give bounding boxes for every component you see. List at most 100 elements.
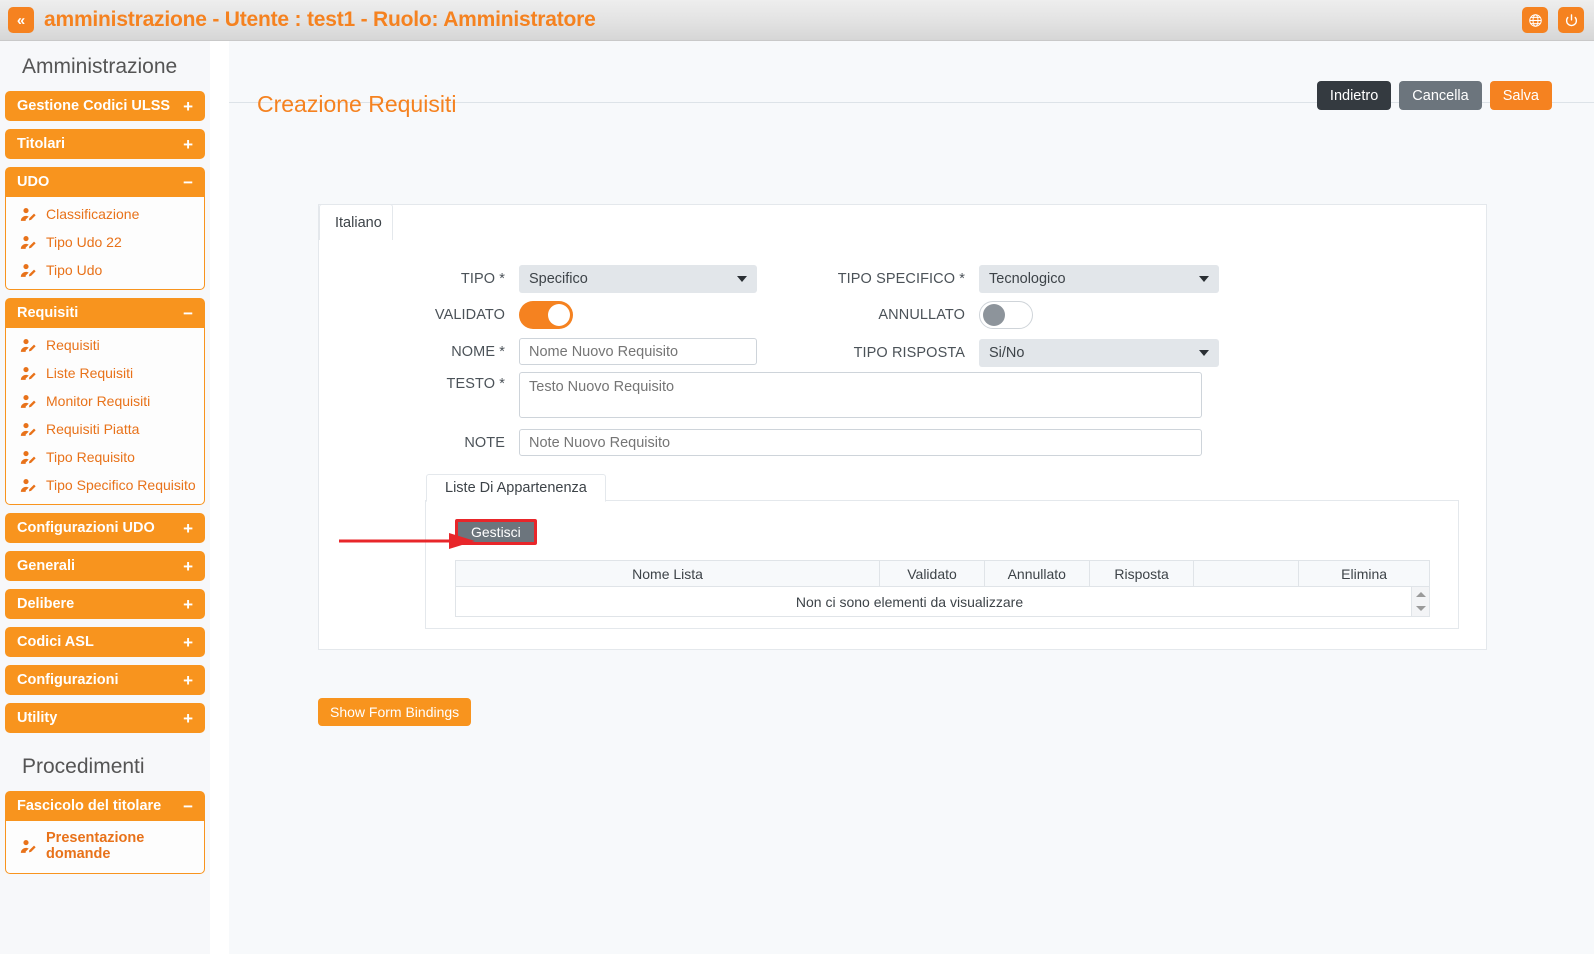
sidebar-group-udo[interactable]: UDO − [5, 167, 205, 197]
power-icon [1565, 13, 1577, 26]
sidebar-heading-amministrazione: Amministrazione [22, 55, 178, 78]
chevron-down-icon [1415, 606, 1426, 612]
back-button[interactable]: Indietro [1316, 81, 1392, 110]
field-tipo-risposta: TIPO RISPOSTA Si/No [829, 339, 1219, 367]
tipo-select[interactable]: Specifico [519, 265, 757, 293]
user-edit-icon [20, 366, 37, 381]
sidebar-item-monitor-requisiti[interactable]: Monitor Requisiti [6, 387, 204, 415]
sidebar-group-label: Utility [17, 710, 58, 726]
sidebar-item-label: Requisiti [46, 337, 100, 353]
user-edit-icon [20, 394, 37, 409]
sidebar-item-tipo-udo[interactable]: Tipo Udo [6, 256, 204, 284]
tipo-risposta-select[interactable]: Si/No [979, 339, 1219, 367]
sidebar-item-liste-requisiti[interactable]: Liste Requisiti [6, 359, 204, 387]
sidebar-group-configurazioni-udo[interactable]: Configurazioni UDO + [5, 513, 205, 543]
sidebar-item-classificazione[interactable]: Classificazione [6, 200, 204, 228]
sidebar-content: Amministrazione Gestione Codici ULSS + Tito… [0, 41, 210, 882]
sidebar-group-gestione-codici-ulss[interactable]: Gestione Codici ULSS + [5, 91, 205, 121]
tipo-specifico-select-value: Tecnologico [989, 271, 1066, 287]
save-button[interactable]: Salva [1489, 81, 1552, 110]
tipo-specifico-select[interactable]: Tecnologico [979, 265, 1219, 293]
logout-button[interactable] [1558, 7, 1584, 33]
sidebar-heading-procedimenti: Procedimenti [22, 755, 145, 778]
sidebar-group-label: Codici ASL [17, 634, 94, 650]
sidebar-group-titolari[interactable]: Titolari + [5, 129, 205, 159]
sidebar-group-label: Requisiti [17, 305, 79, 321]
sidebar-item-label: Monitor Requisiti [46, 393, 151, 409]
grid-column-header[interactable] [1194, 561, 1300, 586]
expand-icon[interactable]: + [183, 634, 193, 651]
sidebar-group-fascicolo-del-titolare[interactable]: Fascicolo del titolare − [5, 791, 205, 821]
user-edit-icon [20, 422, 37, 437]
expand-icon[interactable]: + [183, 710, 193, 727]
validato-toggle[interactable] [519, 301, 573, 329]
expand-icon[interactable]: + [183, 596, 193, 613]
field-nome-label: NOME * [451, 343, 505, 360]
user-edit-icon [20, 235, 37, 250]
grid-column-header[interactable]: Nome Lista [456, 561, 881, 586]
page-action-buttons: Indietro Cancella Salva [1316, 81, 1552, 110]
sidebar-item-label: Requisiti Piatta [46, 421, 140, 437]
show-form-bindings-button[interactable]: Show Form Bindings [318, 698, 472, 726]
expand-icon[interactable]: + [183, 520, 193, 537]
expand-icon[interactable]: + [183, 98, 193, 115]
sidebar-item-requisiti[interactable]: Requisiti [6, 331, 204, 359]
chevron-down-icon [1199, 276, 1209, 282]
sidebar-group-delibere[interactable]: Delibere + [5, 589, 205, 619]
expand-icon[interactable]: + [183, 558, 193, 575]
sidebar-item-label: Tipo Udo 22 [46, 234, 122, 250]
field-nome: NOME * [319, 338, 757, 365]
sidebar-item-label: Presentazione domande [46, 830, 145, 862]
user-edit-icon [20, 478, 37, 493]
sidebar-item-label: Classificazione [46, 206, 140, 222]
sidebar-group-body: Presentazione domande [5, 821, 205, 874]
nome-input[interactable] [519, 338, 757, 365]
main-content: Creazione Requisiti Indietro Cancella Sa… [229, 41, 1594, 954]
field-note: NOTE [319, 429, 1202, 456]
sidebar-group-generali[interactable]: Generali + [5, 551, 205, 581]
collapse-icon[interactable]: − [183, 798, 193, 815]
sidebar-group-configurazioni[interactable]: Configurazioni + [5, 665, 205, 695]
testo-textarea[interactable] [519, 372, 1202, 418]
sidebar-collapse-button[interactable]: « [8, 7, 34, 33]
collapse-icon[interactable]: − [183, 305, 193, 322]
sidebar-group-label: Delibere [17, 596, 75, 612]
collapse-icon[interactable]: − [183, 174, 193, 191]
sidebar-item-tipo-udo-22[interactable]: Tipo Udo 22 [6, 228, 204, 256]
sidebar-group-label: Configurazioni UDO [17, 520, 155, 536]
grid-column-header[interactable]: Annullato [985, 561, 1090, 586]
expand-icon[interactable]: + [183, 672, 193, 689]
cancel-button[interactable]: Cancella [1399, 81, 1482, 110]
grid-column-header[interactable]: Elimina [1299, 561, 1429, 586]
sidebar-item-tipo-specifico-requisito[interactable]: Tipo Specifico Requisito [6, 471, 204, 499]
grid-column-header[interactable]: Validato [880, 561, 985, 586]
requisito-form-panel: Italiano TIPO * Specifico TIPO SPECIFICO… [318, 204, 1487, 650]
empty-message: Non ci sono elementi da visualizzare [795, 593, 1024, 610]
field-tipo: TIPO * Specifico [319, 265, 757, 293]
tab-liste-di-appartenenza[interactable]: Liste Di Appartenenza [426, 474, 606, 502]
sidebar-group-label: Configurazioni [17, 672, 119, 688]
chevron-down-icon [1199, 350, 1209, 356]
sidebar-item-tipo-requisito[interactable]: Tipo Requisito [6, 443, 204, 471]
sidebar-group-label: Fascicolo del titolare [17, 798, 162, 814]
sidebar-group-requisiti[interactable]: Requisiti − [5, 298, 205, 328]
liste-grid-body: Non ci sono elementi da visualizzare [455, 587, 1430, 617]
user-edit-icon [20, 839, 37, 854]
grid-scrollbar[interactable] [1411, 587, 1429, 616]
language-button[interactable] [1522, 7, 1548, 33]
sidebar-item-requisiti-piatta[interactable]: Requisiti Piatta [6, 415, 204, 443]
tipo-select-value: Specifico [529, 271, 588, 287]
user-edit-icon [20, 450, 37, 465]
sidebar-group-body: Requisiti Liste Requisiti Monitor Requisit… [5, 328, 205, 505]
grid-column-header[interactable]: Risposta [1090, 561, 1195, 586]
sidebar-group-label: Generali [17, 558, 76, 574]
tab-italiano[interactable]: Italiano [319, 204, 393, 240]
expand-icon[interactable]: + [183, 136, 193, 153]
annullato-toggle[interactable] [979, 301, 1033, 329]
note-input[interactable] [519, 429, 1202, 456]
sidebar-group-codici-asl[interactable]: Codici ASL + [5, 627, 205, 657]
sidebar-item-presentazione-domande[interactable]: Presentazione domande [6, 824, 204, 868]
field-tipo-specifico: TIPO SPECIFICO * Tecnologico [829, 265, 1219, 293]
sidebar-group-utility[interactable]: Utility + [5, 703, 205, 733]
sidebar-item-label: Liste Requisiti [46, 365, 134, 381]
